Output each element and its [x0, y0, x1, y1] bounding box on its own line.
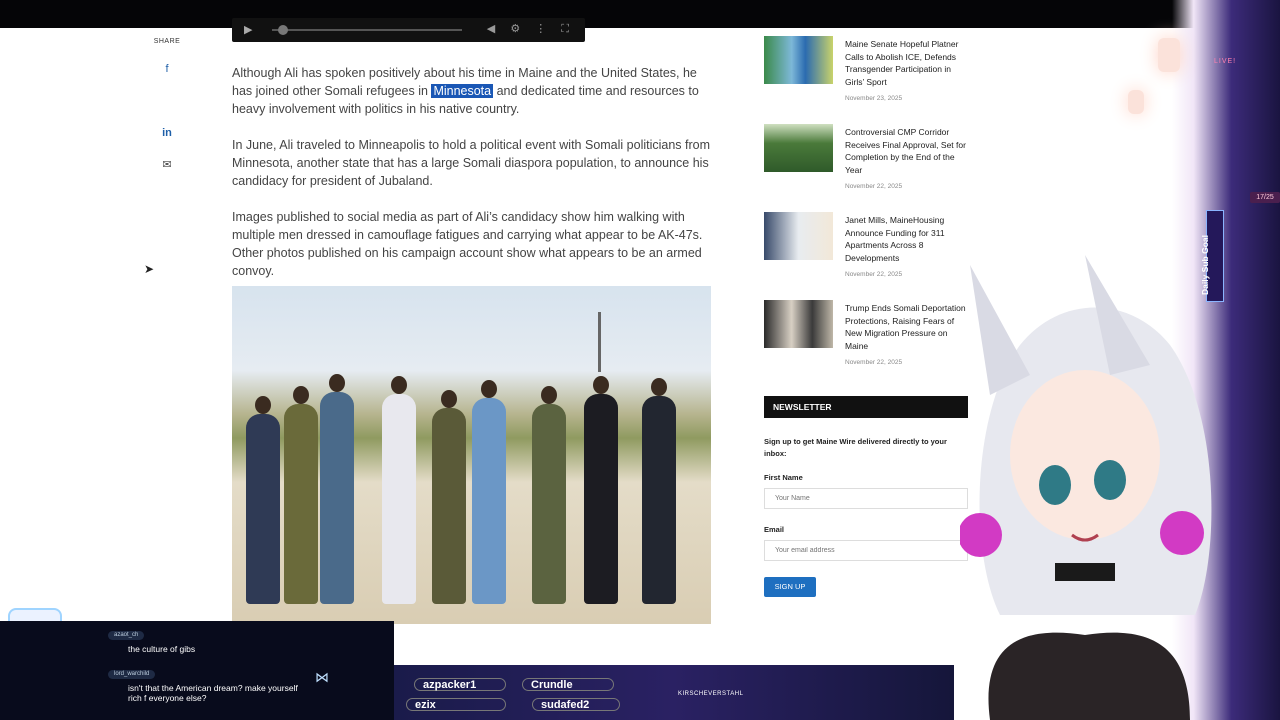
- facebook-icon[interactable]: f: [155, 57, 179, 81]
- first-name-label: First Name: [764, 473, 803, 482]
- news-item[interactable]: Controversial CMP Corridor Receives Fina…: [764, 124, 970, 212]
- email-label: Email: [764, 525, 785, 534]
- person-figure: [320, 374, 354, 604]
- sub-goal-count: 17/25: [1250, 192, 1280, 203]
- article-body: Although Ali has spoken positively about…: [232, 64, 714, 298]
- news-date: November 22, 2025: [845, 183, 903, 190]
- article-paragraph: Although Ali has spoken positively about…: [232, 64, 714, 118]
- video-progress-handle[interactable]: [278, 25, 288, 35]
- play-icon[interactable]: ▶: [244, 23, 252, 36]
- news-thumbnail[interactable]: [764, 212, 833, 260]
- email-field[interactable]: [764, 540, 968, 561]
- footer-username: KIRSCHEVERSTAHL: [678, 691, 744, 697]
- person-figure: [432, 390, 466, 604]
- vtuber-avatar: [960, 255, 1212, 720]
- linkedin-icon[interactable]: in: [155, 121, 179, 145]
- lantern-icon: [1158, 38, 1180, 72]
- person-figure: [642, 378, 676, 604]
- article-paragraph: Images published to social media as part…: [232, 210, 703, 278]
- news-date: November 22, 2025: [845, 271, 903, 278]
- video-progress-track[interactable]: [272, 29, 462, 31]
- person-figure: [246, 396, 280, 604]
- video-player[interactable]: ▶ ◀ ⚙ ⋮ ⛶: [232, 18, 585, 42]
- radio-tower: [598, 312, 601, 372]
- chat-username: azaot_ch: [108, 631, 145, 640]
- mouse-cursor-icon: ➤: [144, 262, 155, 276]
- news-date: November 22, 2025: [845, 359, 903, 366]
- minnesota-link[interactable]: Minnesota: [431, 84, 494, 98]
- stream-top-bar: [0, 0, 1280, 28]
- ticker-name: sudafed2: [532, 698, 620, 711]
- news-item[interactable]: Janet Mills, MaineHousing Announce Fundi…: [764, 212, 970, 300]
- news-title[interactable]: Janet Mills, MaineHousing Announce Fundi…: [845, 214, 969, 264]
- chat-message: isn't that the American dream? make your…: [128, 683, 298, 703]
- chat-panel: azaot_ch the culture of gibs lord_warchi…: [0, 621, 394, 720]
- article-paragraph: In June, Ali traveled to Minneapolis to …: [232, 138, 711, 188]
- person-figure: [584, 376, 618, 604]
- ticker-name: ezix: [406, 698, 506, 711]
- first-name-field[interactable]: [764, 488, 968, 509]
- news-thumbnail[interactable]: [764, 124, 833, 172]
- person-figure: [532, 386, 566, 604]
- person-figure: [284, 386, 318, 604]
- chat-message: the culture of gibs: [128, 644, 196, 654]
- live-badge: LIVE!: [1214, 58, 1237, 65]
- video-controls-icons[interactable]: ◀ ⚙ ⋮ ⛶: [487, 22, 575, 36]
- news-date: November 23, 2025: [845, 95, 903, 102]
- news-item[interactable]: Trump Ends Somali Deportation Protection…: [764, 300, 970, 388]
- news-item[interactable]: Maine Senate Hopeful Platner Calls to Ab…: [764, 36, 970, 124]
- news-title[interactable]: Maine Senate Hopeful Platner Calls to Ab…: [845, 38, 969, 88]
- email-icon[interactable]: ✉: [155, 153, 179, 177]
- stream-ticker-bar: azpacker1 Crundle ezix sudafed2: [394, 665, 954, 720]
- sign-up-button[interactable]: SIGN UP: [764, 577, 816, 597]
- ticker-name: azpacker1: [414, 678, 506, 691]
- related-news-list: Maine Senate Hopeful Platner Calls to Ab…: [764, 36, 970, 388]
- lantern-icon: [1128, 90, 1144, 114]
- news-title[interactable]: Trump Ends Somali Deportation Protection…: [845, 302, 969, 352]
- share-label: SHARE: [153, 38, 181, 45]
- article-photo: [232, 286, 711, 624]
- twitter-icon[interactable]: [155, 89, 179, 113]
- news-thumbnail[interactable]: [764, 36, 833, 84]
- newsletter-heading: NEWSLETTER: [764, 396, 968, 418]
- share-bar: SHARE f in ✉: [150, 38, 184, 185]
- news-thumbnail[interactable]: [764, 300, 833, 348]
- news-title[interactable]: Controversial CMP Corridor Receives Fina…: [845, 126, 969, 176]
- person-figure: [382, 376, 416, 604]
- ticker-name: Crundle: [522, 678, 614, 691]
- person-figure: [472, 380, 506, 604]
- bow-icon: ⋈: [315, 669, 329, 685]
- chat-username: lord_warchild: [108, 670, 156, 679]
- newsletter-text: Sign up to get Maine Wire delivered dire…: [764, 437, 947, 458]
